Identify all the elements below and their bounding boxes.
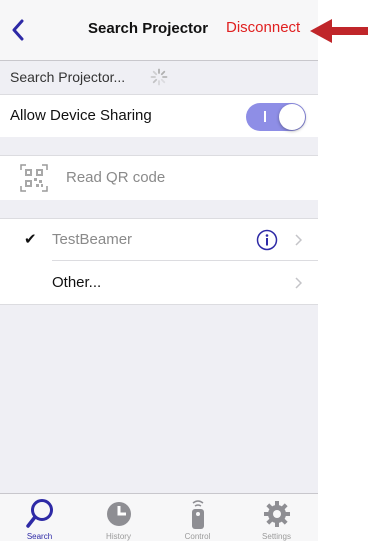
device-sharing-label: Allow Device Sharing bbox=[10, 107, 152, 124]
projector-item-other[interactable]: Other... bbox=[0, 261, 318, 305]
read-qr-label: Read QR code bbox=[66, 169, 166, 186]
app-screen: Search Projector Disconnect Search Proje… bbox=[0, 0, 318, 541]
tab-label: History bbox=[106, 532, 131, 541]
screen: Search Projector Disconnect Search Proje… bbox=[0, 0, 368, 541]
navigation-bar: Search Projector Disconnect bbox=[0, 0, 318, 61]
checkmark-icon: ✔ bbox=[24, 231, 37, 248]
projector-item-testbeamer[interactable]: ✔ TestBeamer bbox=[0, 218, 318, 261]
page-title: Search Projector bbox=[88, 20, 209, 37]
back-button[interactable] bbox=[6, 16, 30, 44]
chevron-right-icon bbox=[295, 277, 302, 289]
clock-icon bbox=[106, 502, 131, 526]
tab-settings[interactable]: Settings bbox=[237, 494, 316, 541]
toggle-knob bbox=[279, 104, 305, 130]
device-sharing-toggle[interactable] bbox=[246, 103, 306, 131]
gear-icon bbox=[263, 501, 290, 527]
disconnect-button[interactable]: Disconnect bbox=[226, 19, 300, 36]
chevron-left-icon bbox=[12, 19, 24, 41]
projector-name: TestBeamer bbox=[52, 231, 133, 248]
tab-label: Control bbox=[184, 532, 211, 541]
tab-label: Settings bbox=[262, 532, 291, 541]
device-sharing-row: Allow Device Sharing bbox=[0, 94, 318, 138]
tab-search[interactable]: Search bbox=[0, 494, 79, 541]
search-status-label: Search Projector... bbox=[10, 69, 126, 85]
section-spacer bbox=[0, 137, 318, 155]
section-spacer bbox=[0, 200, 318, 218]
search-icon bbox=[25, 499, 53, 528]
projector-name: Other... bbox=[52, 274, 102, 291]
remote-control-icon bbox=[191, 500, 204, 529]
info-icon[interactable] bbox=[256, 229, 278, 251]
toggle-on-mark bbox=[264, 111, 266, 122]
qr-code-icon bbox=[20, 164, 48, 192]
activity-spinner-icon bbox=[150, 68, 168, 86]
read-qr-row[interactable]: Read QR code bbox=[0, 155, 318, 201]
tab-history[interactable]: History bbox=[79, 494, 158, 541]
chevron-right-icon bbox=[295, 234, 302, 246]
annotation-arrow-icon bbox=[310, 19, 368, 43]
tab-control[interactable]: Control bbox=[158, 494, 237, 541]
tab-label: Search bbox=[26, 532, 53, 541]
tab-bar: Search History Control Settings bbox=[0, 493, 318, 541]
search-section-header: Search Projector... bbox=[0, 61, 318, 94]
